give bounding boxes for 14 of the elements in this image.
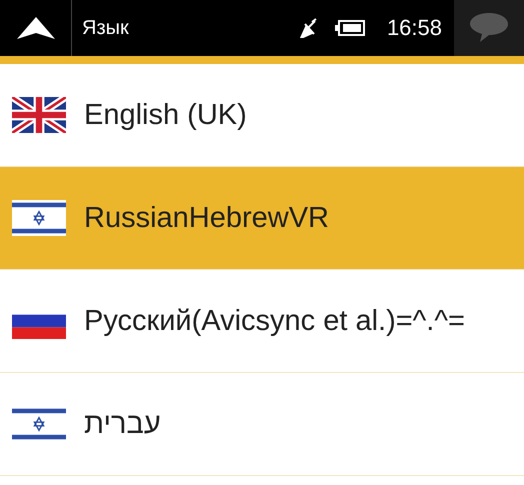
language-name: עברית xyxy=(84,408,161,440)
language-name: English (UK) xyxy=(84,98,247,132)
clock-time: 16:58 xyxy=(386,15,442,41)
satellite-dish-icon xyxy=(298,18,319,38)
language-name: Русский(Avicsync et al.)=^.^= xyxy=(84,304,465,338)
israel-flag-icon xyxy=(12,406,66,442)
speech-bubble-icon xyxy=(470,13,508,43)
battery-icon xyxy=(334,20,365,36)
up-arrow-icon xyxy=(16,17,54,39)
screen-title: Язык xyxy=(82,16,130,40)
israel-flag-icon xyxy=(12,200,66,236)
language-name: RussianHebrewVR xyxy=(84,202,329,234)
uk-flag-icon xyxy=(12,97,66,133)
language-item[interactable]: RussianHebrewVR xyxy=(0,167,524,270)
